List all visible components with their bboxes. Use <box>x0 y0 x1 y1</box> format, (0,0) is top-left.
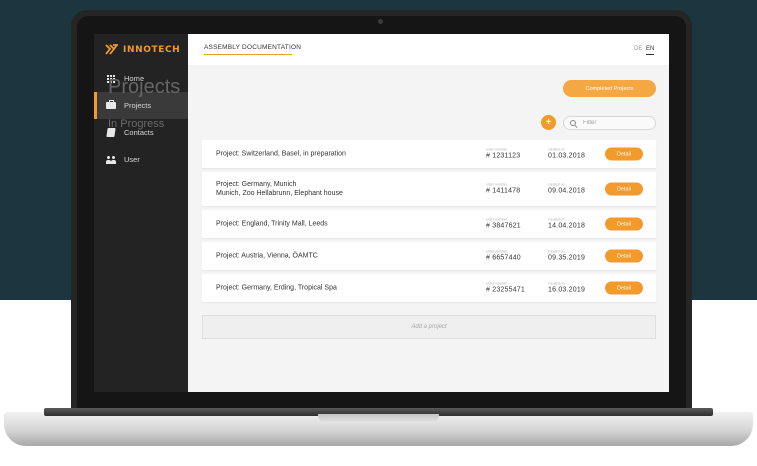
created-date: created on 09.04.2018 <box>548 182 586 195</box>
project-name: Project: England, Trinity Mall, Leeds <box>216 220 328 228</box>
topbar-title[interactable]: ASSEMBLY DOCUMENTATION <box>204 44 301 51</box>
order-number: order number # 6657440 <box>486 249 521 262</box>
project-name: Project: Germany, Munich Munich, Zoo Hel… <box>216 181 343 197</box>
created-date: created on 16.03.2019 <box>548 281 586 294</box>
created-date: created on 14.04.2018 <box>548 217 586 230</box>
detail-button[interactable]: Detail <box>605 217 643 231</box>
order-number: order number # 3847621 <box>486 217 521 230</box>
users-icon <box>105 155 117 165</box>
project-row[interactable]: Project: Germany, Erding, Tropical Spa o… <box>202 274 656 302</box>
sidebar-item-user[interactable]: User <box>94 146 188 173</box>
project-row[interactable]: Project: Switzerland, Basel, in preparat… <box>202 140 656 168</box>
screen: INNOTECH Home Projects Contacts User ASS… <box>94 34 669 392</box>
created-date: created on 09.35.2019 <box>548 249 586 262</box>
topbar-title-underline <box>204 54 292 55</box>
innotech-logo-icon <box>105 44 119 55</box>
detail-button[interactable]: Detail <box>605 147 643 161</box>
filter-field[interactable] <box>563 116 656 130</box>
project-list: Project: Switzerland, Basel, in preparat… <box>202 140 656 306</box>
laptop-notch <box>318 414 439 423</box>
section-title: In Progress <box>108 118 165 130</box>
project-row[interactable]: Project: England, Trinity Mall, Leeds or… <box>202 210 656 238</box>
sidebar-item-label: User <box>124 155 140 164</box>
created-date: created on 01.03.2018 <box>548 147 586 160</box>
project-name: Project: Austria, Vienna, ÖAMTC <box>216 252 318 260</box>
project-row[interactable]: Project: Austria, Vienna, ÖAMTC order nu… <box>202 242 656 270</box>
sidebar-item-label: Projects <box>124 101 152 110</box>
brand[interactable]: INNOTECH <box>94 34 188 65</box>
search-icon <box>570 119 577 127</box>
project-row[interactable]: Project: Germany, Munich Munich, Zoo Hel… <box>202 172 656 206</box>
detail-button[interactable]: Detail <box>605 281 643 295</box>
topbar: ASSEMBLY DOCUMENTATION DE EN <box>188 34 669 65</box>
order-number: order number # 1231123 <box>486 147 521 160</box>
add-project-row[interactable]: Add a project <box>202 315 656 339</box>
detail-button[interactable]: Detail <box>605 182 643 196</box>
page-title: Projects <box>108 76 181 98</box>
add-project-button[interactable]: + <box>541 115 556 130</box>
filter-input[interactable] <box>583 120 653 126</box>
brand-name: INNOTECH <box>123 44 181 55</box>
completed-projects-button[interactable]: Completed Projects <box>563 80 656 97</box>
order-number: order number # 1411478 <box>486 182 521 195</box>
language-de-link[interactable]: DE <box>634 46 642 52</box>
project-name: Project: Germany, Erding, Tropical Spa <box>216 284 337 292</box>
language-en-link[interactable]: EN <box>646 46 655 55</box>
laptop-chin <box>94 392 669 406</box>
briefcase-icon <box>105 100 117 111</box>
camera-icon <box>378 19 383 24</box>
project-name: Project: Switzerland, Basel, in preparat… <box>216 150 346 158</box>
detail-button[interactable]: Detail <box>605 249 643 263</box>
order-number: order number # 23255471 <box>486 281 525 294</box>
